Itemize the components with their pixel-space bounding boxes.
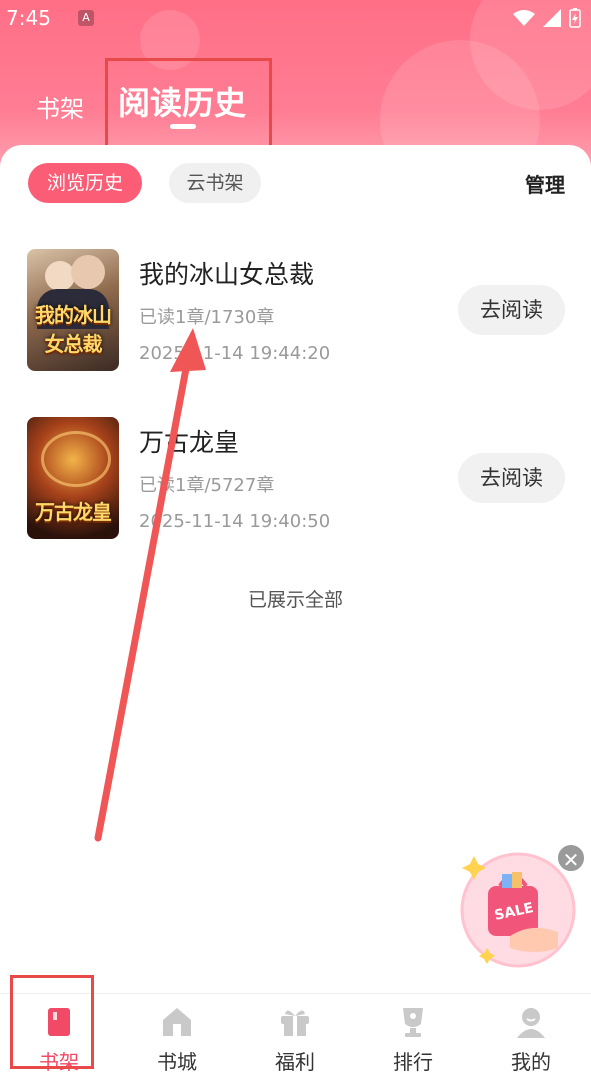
gift-icon (281, 1010, 309, 1036)
annotation-box-bookshelf-nav (10, 975, 94, 1069)
nav-item-bookstore[interactable]: 书城 (118, 994, 236, 1074)
trophy-icon (403, 1008, 423, 1037)
profile-icon (517, 1008, 545, 1038)
nav-item-welfare[interactable]: 福利 (236, 994, 354, 1074)
home-icon (163, 1008, 191, 1036)
close-icon[interactable]: ✕ (556, 843, 586, 873)
sale-promo-widget[interactable]: SALE (460, 852, 576, 968)
nav-item-ranking[interactable]: 排行 (354, 994, 472, 1074)
nav-item-profile[interactable]: 我的 (472, 994, 590, 1074)
